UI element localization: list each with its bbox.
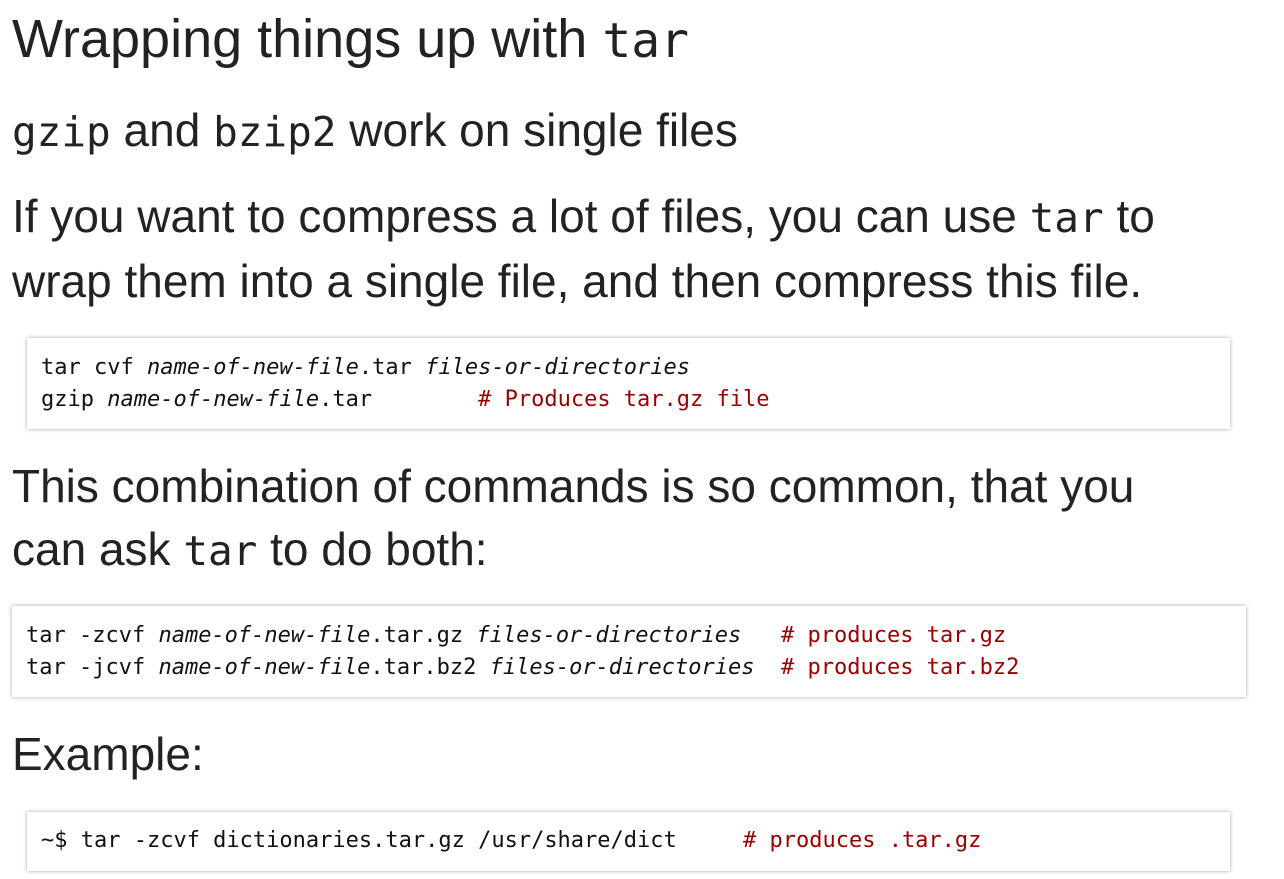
compress-tar-code: tar	[1029, 194, 1104, 242]
code-block-basic: tar cvf name-of-new-file.tar files-or-di…	[27, 338, 1230, 429]
code-comment: # Produces tar.gz file	[478, 387, 770, 412]
code-placeholder: files-or-directories	[476, 623, 742, 648]
code-padding	[677, 828, 743, 853]
code-placeholder: name-of-new-file	[158, 623, 371, 648]
code-padding	[741, 623, 781, 648]
combo-line2-text: can ask	[12, 523, 184, 575]
gzip-code: gzip	[12, 108, 111, 156]
compress-paragraph: If you want to compress a lot of files, …	[12, 185, 1155, 313]
title-text: Wrapping things up with	[12, 9, 603, 69]
code-cmd: tar -jcvf	[26, 655, 159, 680]
code-extension: .tar	[358, 355, 426, 380]
code-comment: # produces tar.bz2	[781, 655, 1020, 680]
bzip2-code: bzip2	[213, 108, 337, 156]
code-extension: .tar.bz2	[370, 655, 490, 680]
code-comment: # produces .tar.gz	[743, 828, 982, 853]
code-block-basic-content: tar cvf name-of-new-file.tar files-or-di…	[41, 352, 770, 416]
code-comment: # produces tar.gz	[781, 623, 1007, 648]
title-code: tar	[602, 13, 690, 69]
code-cmd: ~$ tar -zcvf dictionaries.tar.gz /usr/sh…	[41, 828, 677, 853]
combination-paragraph: This combination of commands is so commo…	[12, 455, 1134, 583]
code-block-combined-content: tar -zcvf name-of-new-file.tar.gz files-…	[26, 620, 1019, 684]
combo-line1-text: This combination of commands is so commo…	[12, 460, 1135, 512]
code-block-example: ~$ tar -zcvf dictionaries.tar.gz /usr/sh…	[27, 812, 1230, 871]
code-placeholder: name-of-new-file	[158, 655, 371, 680]
code-cmd: gzip	[41, 387, 108, 412]
slide-title: Wrapping things up with tar	[12, 6, 689, 74]
compress-line1-text: If you want to compress a lot of files, …	[12, 190, 1030, 242]
code-block-example-content: ~$ tar -zcvf dictionaries.tar.gz /usr/sh…	[41, 825, 981, 857]
code-extension: .tar.gz	[370, 623, 477, 648]
gzip-text-2: work on single files	[336, 104, 738, 156]
code-placeholder: files-or-directories	[489, 655, 755, 680]
code-cmd: tar cvf	[41, 355, 147, 380]
example-text: Example:	[12, 728, 204, 780]
code-padding	[755, 655, 782, 680]
code-extension: .tar	[319, 387, 373, 412]
code-padding	[372, 387, 478, 412]
code-placeholder: files-or-directories	[425, 355, 691, 380]
combo-line2-end: to do both:	[257, 523, 488, 575]
compress-line1-end: to	[1103, 190, 1155, 242]
combo-tar-code: tar	[183, 527, 258, 575]
code-placeholder: name-of-new-file	[146, 355, 359, 380]
code-cmd: tar -zcvf	[26, 623, 159, 648]
code-block-combined: tar -zcvf name-of-new-file.tar.gz files-…	[12, 606, 1246, 697]
compress-line2-text: wrap them into a single file, and then c…	[12, 255, 1143, 307]
example-heading: Example:	[12, 723, 204, 786]
gzip-text-1: and	[110, 104, 214, 156]
gzip-paragraph: gzip and bzip2 work on single files	[12, 99, 738, 164]
code-placeholder: name-of-new-file	[107, 387, 320, 412]
